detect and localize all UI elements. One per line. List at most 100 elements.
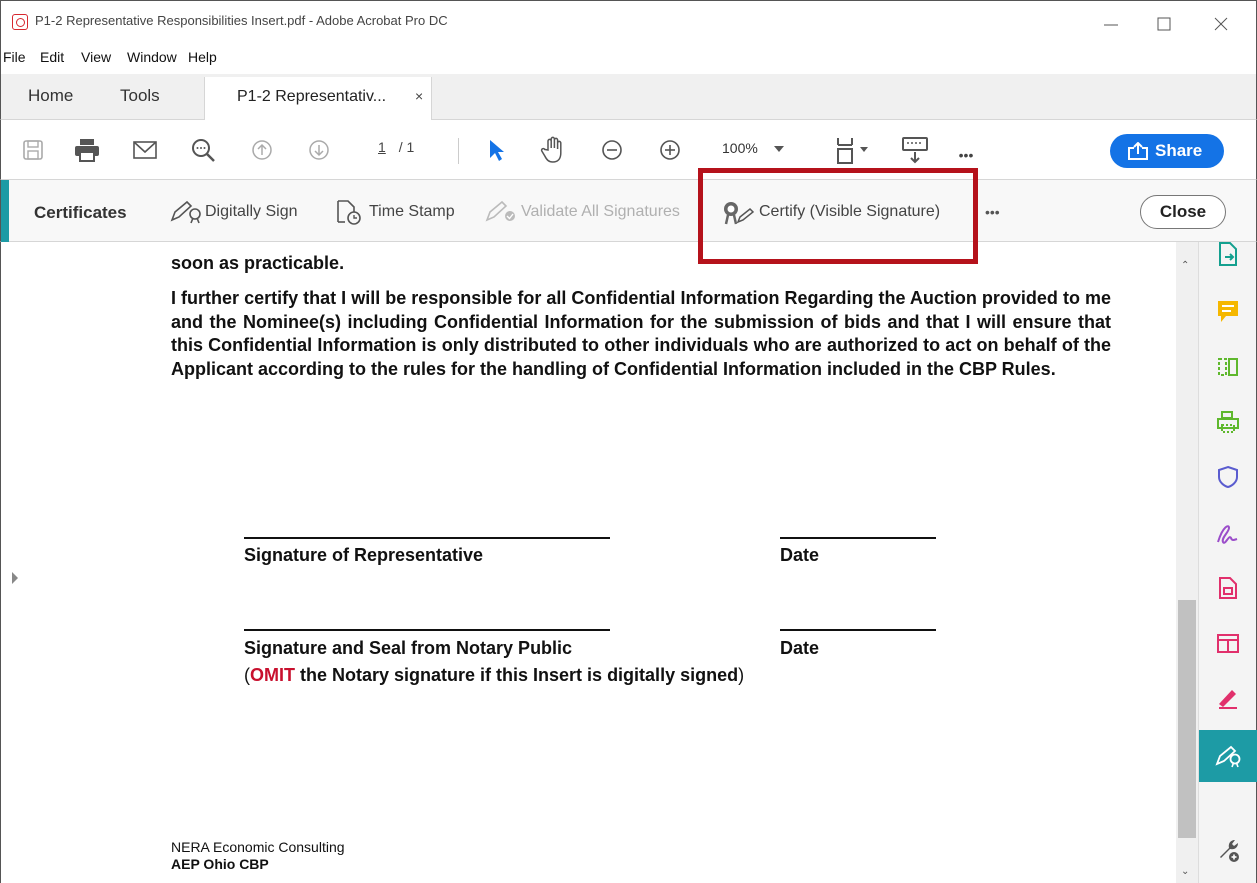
close-certificates-button[interactable]: Close [1140,195,1226,229]
read-mode-button[interactable] [897,135,933,165]
chevron-down-icon [773,146,784,153]
more-tools-toolbar-button[interactable]: ••• [951,140,981,170]
date-line-1 [780,537,936,539]
certificates-tool-button[interactable] [1199,730,1257,782]
wrench-plus-icon [1220,840,1239,862]
share-button[interactable]: Share [1110,134,1224,168]
date-line-2 [780,629,936,631]
doc-partial-line: soon as practicable. [171,253,345,273]
zoom-select[interactable]: 100% [722,140,784,156]
shield-icon [1218,465,1238,489]
compare-files-button[interactable] [1199,617,1257,669]
request-signature-button[interactable] [1199,672,1257,724]
digitally-sign-label: Digitally Sign [205,203,298,220]
main-toolbar: 1 / 1 100% ••• Share [0,120,1257,180]
hand-icon [540,136,562,163]
close-window-button[interactable] [1201,9,1241,37]
print-production-button[interactable] [1199,396,1257,448]
close-icon [1214,17,1228,31]
tab-document-label: P1-2 Representativ... [237,88,387,105]
time-stamp-button[interactable]: Time Stamp [336,200,476,225]
menu-help[interactable]: Help [188,49,217,65]
page-display-icon [837,138,868,164]
document-view[interactable]: soon as practicable. I further certify t… [0,242,1198,883]
footer-company: NERA Economic Consulting [171,839,345,855]
menu-window[interactable]: Window [127,49,177,65]
create-pdf-icon [1219,577,1237,599]
digitally-sign-button[interactable]: Digitally Sign [169,200,325,224]
highlight-box [698,168,978,264]
tab-tools[interactable]: Tools [120,86,160,106]
omit-rest: the Notary signature if this Insert is d… [295,665,739,685]
menu-file[interactable]: File [3,49,26,65]
tab-document[interactable]: P1-2 Representativ... × [204,77,432,121]
export-pdf-icon [1219,242,1237,266]
certificates-accent [1,180,9,242]
menu-view[interactable]: View [81,49,111,65]
protect-button[interactable] [1199,451,1257,503]
more-tools-button[interactable] [1199,824,1257,876]
compare-icon [1217,634,1239,653]
time-stamp-label: Time Stamp [369,203,455,220]
keyboard-down-icon [902,137,928,164]
previous-page-button[interactable] [247,135,277,165]
scroll-up-icon[interactable]: ⌃ [1181,260,1189,271]
fill-sign-icon [1217,525,1238,544]
maximize-button[interactable] [1144,9,1184,37]
page-display-button[interactable] [827,135,877,165]
save-button[interactable] [18,135,48,165]
signature-line-2 [244,629,610,631]
print-icon [75,139,99,162]
select-cursor-icon [490,140,504,161]
certificates-toolbar: Certificates Digitally Sign Time Stamp V… [0,180,1257,242]
select-tool-button[interactable] [481,135,511,165]
signature-line-1 [244,537,610,539]
zoom-in-button[interactable] [655,135,685,165]
search-button[interactable] [188,135,218,165]
email-icon [133,141,157,159]
window-title: P1-2 Representative Responsibilities Ins… [35,13,448,28]
fill-sign-button[interactable] [1199,508,1257,560]
print-production-icon [1217,411,1239,433]
zoom-out-icon [602,140,622,160]
search-icon [192,139,215,162]
page-total: / 1 [398,139,415,155]
next-page-button[interactable] [304,135,334,165]
certificates-more-button[interactable]: ••• [985,204,1000,220]
print-button[interactable] [72,135,102,165]
right-tools-panel [1198,242,1257,883]
omit-paren-close: ) [738,665,745,685]
email-button[interactable] [130,135,160,165]
validate-signature-icon [485,200,515,222]
vertical-scrollbar[interactable]: ⌃ ⌄ [1176,242,1198,883]
pen-ribbon-icon [170,200,201,224]
maximize-icon [1157,17,1171,31]
minimize-button[interactable] [1091,9,1131,37]
menu-edit[interactable]: Edit [40,49,64,65]
pdf-page: soon as practicable. I further certify t… [1,242,1171,883]
export-pdf-button[interactable] [1199,228,1257,280]
create-pdf-button[interactable] [1199,562,1257,614]
scroll-down-icon[interactable]: ⌄ [1181,866,1189,877]
signature-notary-label: Signature and Seal from Notary Public [244,638,573,658]
organize-pages-button[interactable] [1199,341,1257,393]
tab-close-icon[interactable]: × [415,88,423,104]
doc-certify-paragraph: I further certify that I will be respons… [171,288,1111,379]
page-number-input[interactable]: 1 [375,139,389,155]
title-bar: P1-2 Representative Responsibilities Ins… [0,0,1257,44]
page-indicator: 1 / 1 [375,139,414,155]
hand-tool-button[interactable] [538,135,568,165]
comment-button[interactable] [1199,286,1257,338]
certificates-icon [1215,745,1241,768]
menu-bar: File Edit View Window Help [0,44,1257,74]
validate-all-signatures-button[interactable]: Validate All Signatures [484,200,699,224]
arrow-up-icon [252,140,272,160]
toolbar-divider [458,138,459,164]
zoom-out-button[interactable] [597,135,627,165]
date-label-2: Date [780,638,820,658]
tab-home[interactable]: Home [28,86,73,106]
acrobat-app-icon [12,14,28,30]
save-icon [23,140,43,160]
clock-document-icon [337,200,361,225]
scroll-thumb[interactable] [1178,600,1196,838]
